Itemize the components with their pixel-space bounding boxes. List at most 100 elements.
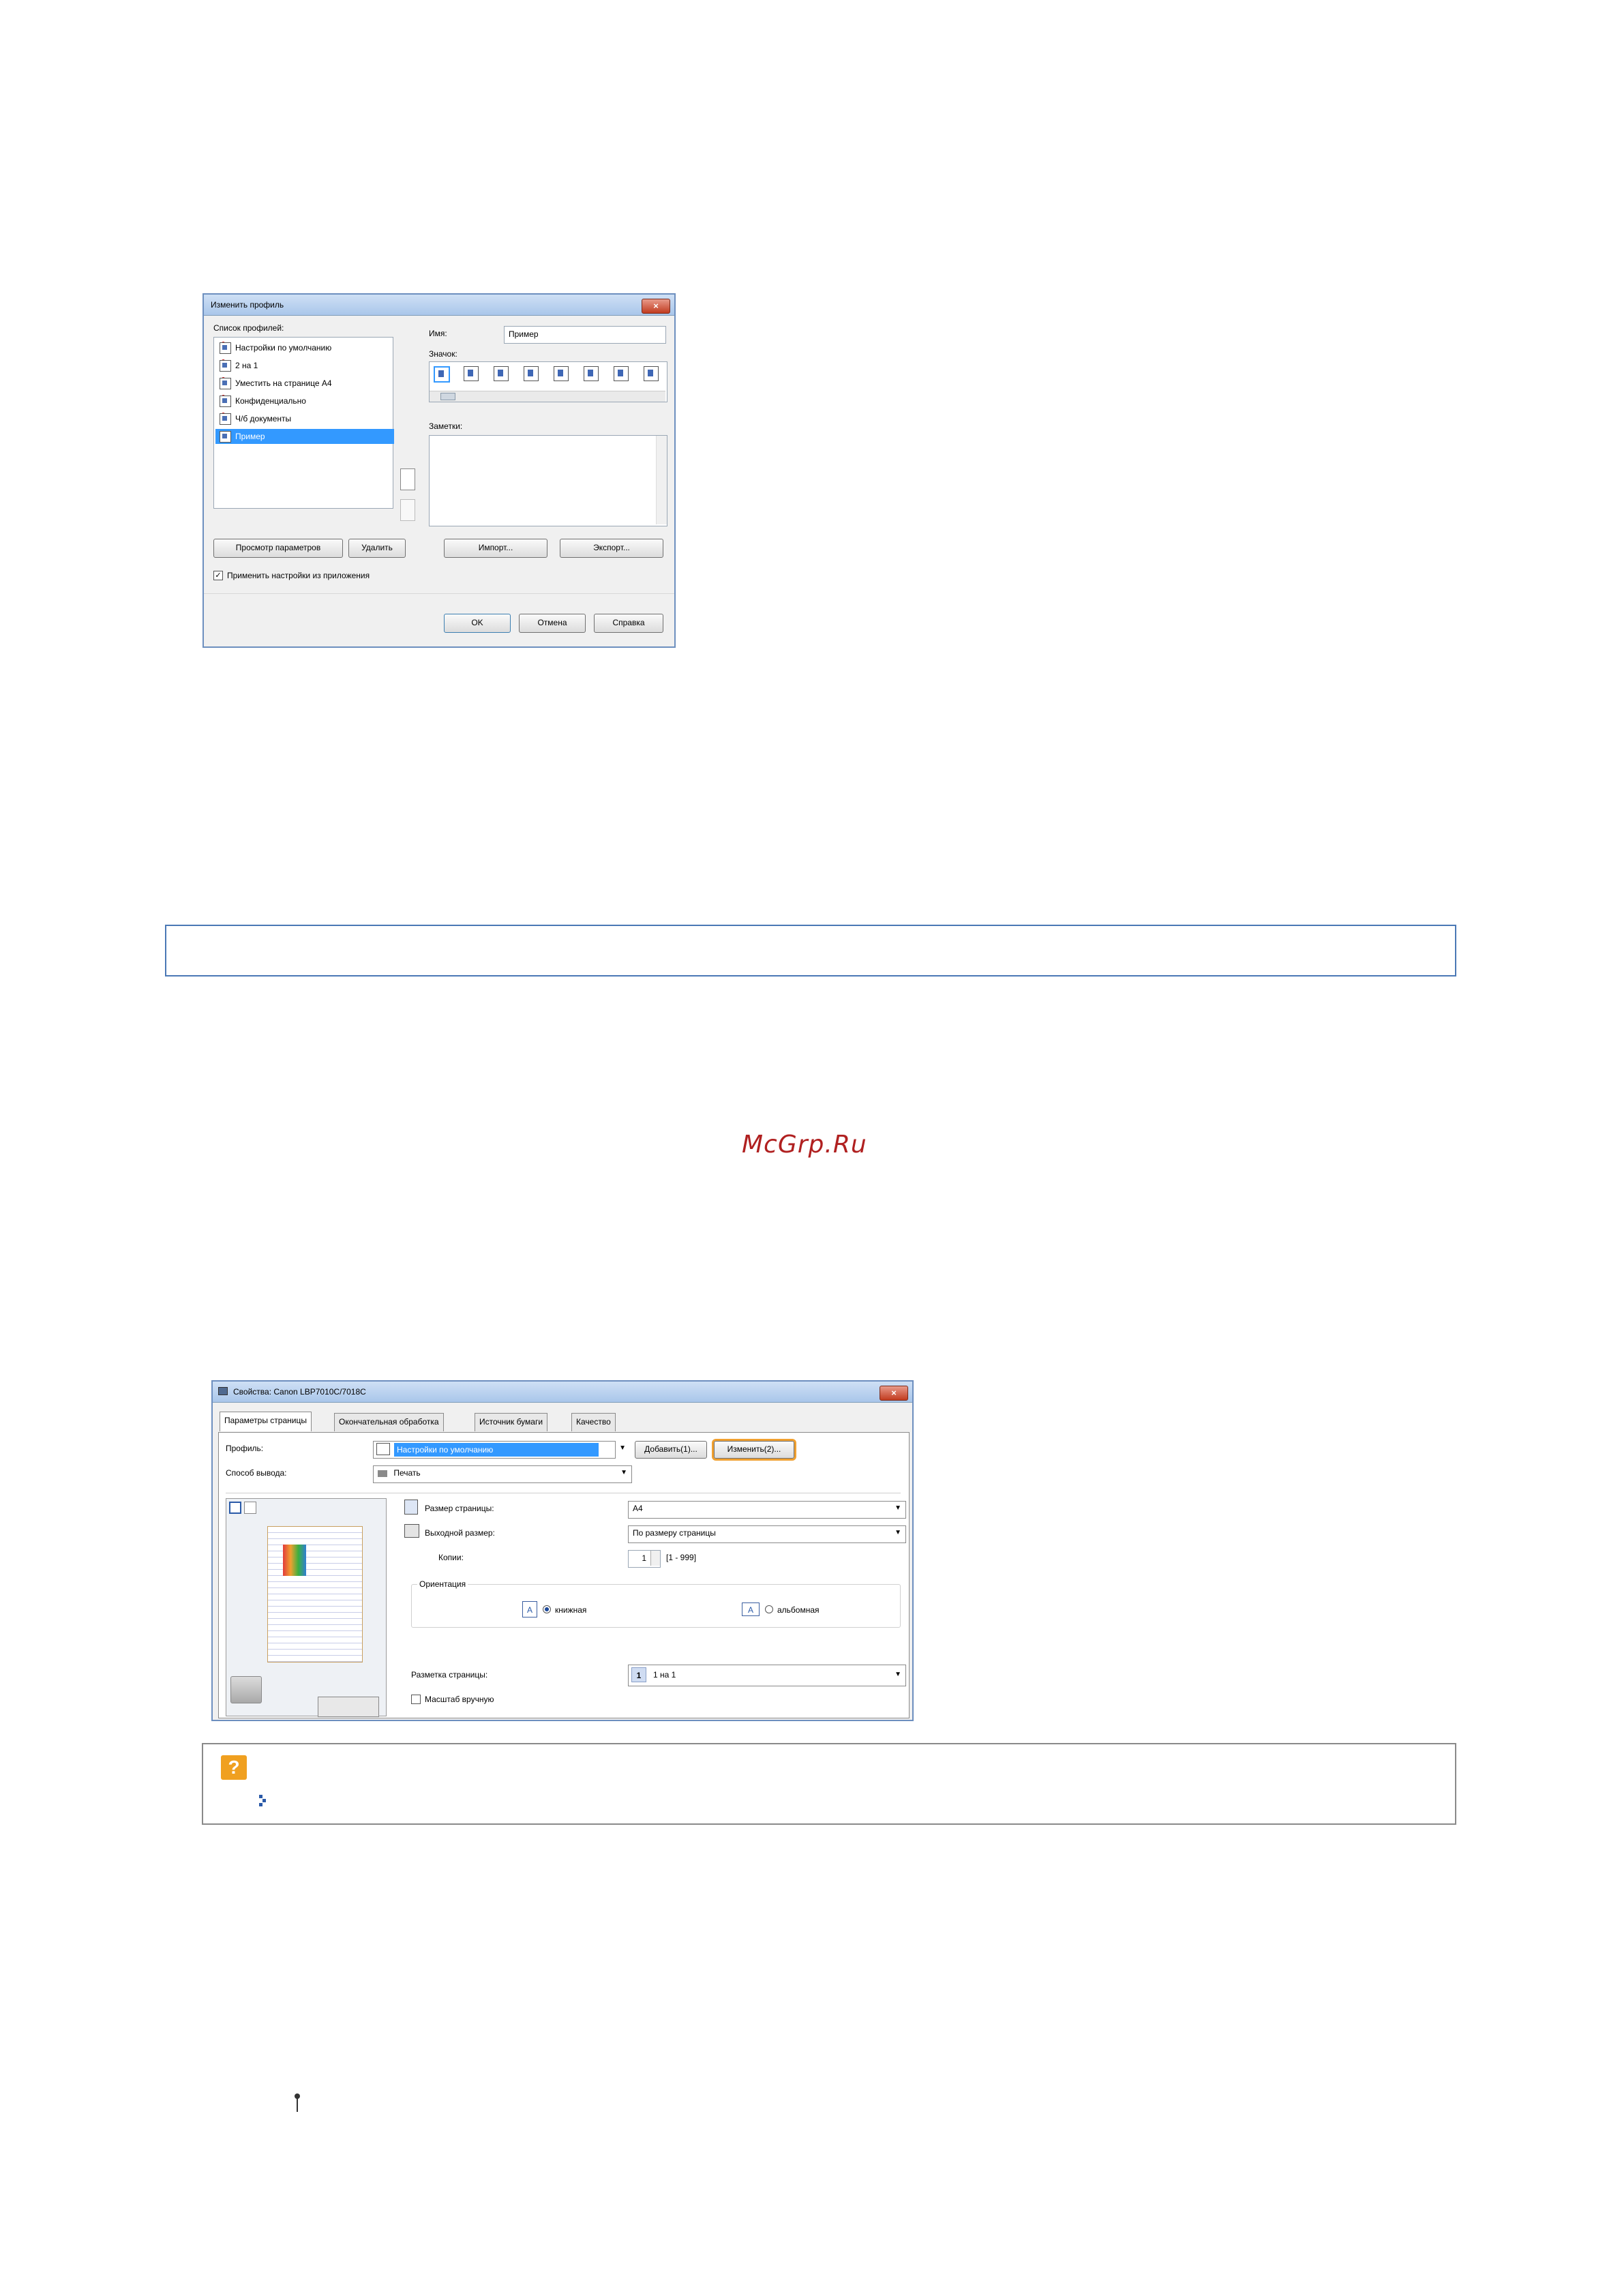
page-size-dropdown[interactable]: A4 ▼ bbox=[628, 1501, 906, 1519]
delete-button[interactable]: Удалить bbox=[348, 539, 406, 558]
manual-scale-checkbox[interactable] bbox=[411, 1695, 421, 1704]
icon-label: Значок: bbox=[429, 349, 457, 359]
close-button[interactable]: × bbox=[880, 1386, 908, 1401]
notes-label: Заметки: bbox=[429, 421, 463, 431]
profile-icon bbox=[220, 413, 231, 426]
profile-icon bbox=[220, 342, 231, 355]
profile-dropdown[interactable]: Настройки по умолчанию ▼ bbox=[373, 1441, 626, 1459]
color-image-thumbnail bbox=[283, 1545, 306, 1576]
landscape-label: альбомная bbox=[777, 1605, 820, 1615]
vertical-scrollbar[interactable] bbox=[656, 436, 667, 524]
profile-icon bbox=[220, 360, 231, 372]
watermark-text: McGrp.Ru bbox=[742, 1131, 867, 1159]
profile-label: Профиль: bbox=[226, 1444, 264, 1453]
ok-button[interactable]: OK bbox=[444, 614, 511, 633]
output-method-label: Способ вывода: bbox=[226, 1468, 287, 1478]
profile-icon-option[interactable] bbox=[524, 366, 539, 381]
stepper-arrows-icon[interactable] bbox=[650, 1551, 660, 1566]
profile-icon-option[interactable] bbox=[614, 366, 629, 381]
tab-finishing[interactable]: Окончательная обработка bbox=[334, 1413, 444, 1431]
notes-field[interactable] bbox=[429, 435, 667, 526]
list-item[interactable]: Настройки по умолчанию bbox=[220, 340, 331, 355]
list-item[interactable]: 2 на 1 bbox=[220, 358, 258, 373]
output-size-icon bbox=[404, 1524, 419, 1538]
name-label: Имя: bbox=[429, 329, 447, 338]
manual-scale-label: Масштаб вручную bbox=[425, 1695, 494, 1704]
landscape-icon: A bbox=[742, 1602, 760, 1616]
export-button[interactable]: Экспорт... bbox=[560, 539, 663, 558]
layout-number-icon: 1 bbox=[631, 1667, 646, 1682]
dialog-title: Изменить профиль bbox=[211, 300, 284, 310]
close-button[interactable]: × bbox=[642, 299, 670, 314]
cancel-button[interactable]: Отмена bbox=[519, 614, 586, 633]
printer-icon bbox=[218, 1387, 228, 1395]
dialog-titlebar: Свойства: Canon LBP7010C/7018C × bbox=[213, 1382, 912, 1403]
page-size-label: Размер страницы: bbox=[425, 1504, 494, 1513]
dialog-titlebar: Изменить профиль × bbox=[204, 295, 674, 316]
printer-properties-dialog: Свойства: Canon LBP7010C/7018C × Парамет… bbox=[211, 1380, 914, 1721]
profile-list-label: Список профилей: bbox=[213, 323, 284, 333]
chevron-down-icon: ▼ bbox=[620, 1469, 627, 1476]
profile-icon-option[interactable] bbox=[494, 366, 509, 381]
preview-mode-icon[interactable] bbox=[229, 1502, 241, 1514]
copies-stepper[interactable]: 1 bbox=[628, 1550, 661, 1568]
landscape-radio[interactable] bbox=[765, 1605, 773, 1613]
page-preview bbox=[267, 1526, 363, 1663]
printer-image bbox=[230, 1676, 262, 1703]
horizontal-scrollbar[interactable] bbox=[430, 391, 665, 402]
settings-view-icon[interactable] bbox=[244, 1502, 256, 1514]
link-bullet-icon[interactable] bbox=[259, 1795, 266, 1807]
question-icon: ? bbox=[221, 1755, 247, 1780]
move-up-button[interactable] bbox=[400, 468, 415, 490]
output-size-label: Выходной размер: bbox=[425, 1528, 495, 1538]
orientation-group: Ориентация A книжная A альбомная bbox=[411, 1579, 901, 1628]
copies-label: Копии: bbox=[438, 1553, 464, 1562]
tab-paper-source[interactable]: Источник бумаги bbox=[475, 1413, 548, 1431]
profile-icon-option[interactable] bbox=[464, 366, 479, 381]
list-item[interactable]: Ч/б документы bbox=[220, 411, 291, 426]
empty-note-box bbox=[165, 925, 1456, 976]
list-item[interactable]: Конфиденциально bbox=[220, 393, 306, 408]
add-profile-button[interactable]: Добавить(1)... bbox=[635, 1441, 707, 1459]
portrait-icon: A bbox=[522, 1601, 537, 1617]
profile-list[interactable]: Настройки по умолчанию 2 на 1 Уместить н… bbox=[213, 337, 394, 509]
profile-icon-option[interactable] bbox=[554, 366, 569, 381]
profile-icon bbox=[220, 378, 231, 390]
profile-icon-option[interactable] bbox=[644, 366, 659, 381]
preview-pane bbox=[226, 1498, 387, 1717]
tab-page-setup[interactable]: Параметры страницы bbox=[220, 1412, 312, 1431]
import-button[interactable]: Импорт... bbox=[444, 539, 547, 558]
apply-app-settings-checkbox[interactable]: ✓ bbox=[213, 571, 223, 580]
name-field[interactable]: Пример bbox=[504, 326, 666, 344]
orientation-label: Ориентация bbox=[417, 1579, 468, 1589]
icon-picker[interactable] bbox=[429, 361, 667, 402]
chevron-down-icon: ▼ bbox=[895, 1671, 901, 1678]
profile-icon-option[interactable] bbox=[434, 366, 450, 383]
profile-icon bbox=[220, 396, 231, 408]
edit-profile-dialog: Изменить профиль × Список профилей: Наст… bbox=[202, 293, 676, 648]
move-down-button[interactable] bbox=[400, 499, 415, 521]
chevron-down-icon: ▼ bbox=[619, 1444, 626, 1452]
portrait-radio[interactable] bbox=[543, 1605, 551, 1613]
portrait-label: книжная bbox=[555, 1605, 587, 1615]
list-item[interactable]: Уместить на странице A4 bbox=[220, 376, 332, 391]
profile-icon-option[interactable] bbox=[584, 366, 599, 381]
layout-thumbnails bbox=[318, 1697, 379, 1717]
pin-icon bbox=[293, 2093, 301, 2113]
edit-profile-button[interactable]: Изменить(2)... bbox=[714, 1441, 794, 1459]
list-item-selected[interactable]: Пример bbox=[215, 429, 394, 444]
page-layout-dropdown[interactable]: 1 1 на 1 ▼ bbox=[628, 1665, 906, 1686]
tab-quality[interactable]: Качество bbox=[571, 1413, 616, 1431]
help-button[interactable]: Справка bbox=[594, 614, 663, 633]
tab-strip: Параметры страницы Окончательная обработ… bbox=[220, 1412, 901, 1432]
printer-icon bbox=[378, 1470, 387, 1477]
dialog-title: Свойства: Canon LBP7010C/7018C bbox=[233, 1387, 366, 1397]
output-method-dropdown[interactable]: Печать ▼ bbox=[373, 1465, 632, 1483]
scroll-thumb[interactable] bbox=[440, 393, 455, 400]
output-size-dropdown[interactable]: По размеру страницы ▼ bbox=[628, 1525, 906, 1543]
copies-range: [1 - 999] bbox=[666, 1553, 697, 1562]
page-layout-label: Разметка страницы: bbox=[411, 1670, 488, 1680]
divider bbox=[204, 593, 674, 594]
view-settings-button[interactable]: Просмотр параметров bbox=[213, 539, 343, 558]
page-size-icon bbox=[404, 1500, 418, 1515]
